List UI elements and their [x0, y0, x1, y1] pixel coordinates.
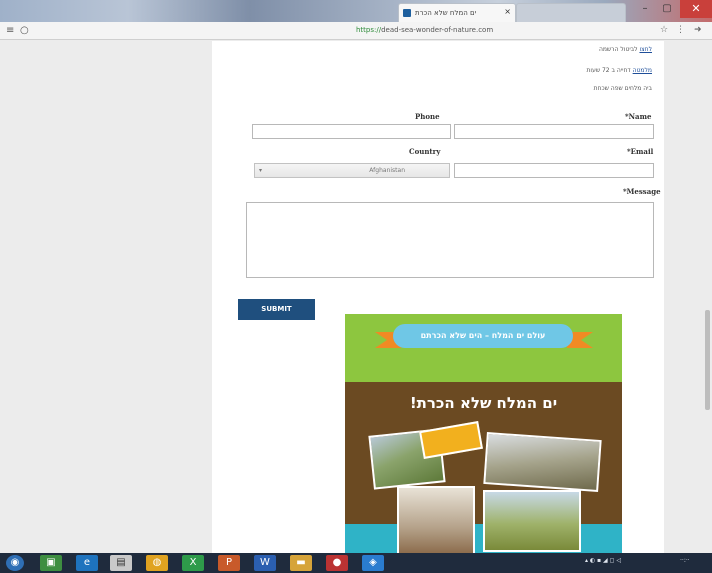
url-text: dead-sea-wonder-of-nature.com [381, 26, 494, 34]
app-icon-shield[interactable]: ◈ [362, 555, 384, 571]
info-line-1: לחצו לביטול הרשמה [599, 46, 652, 53]
country-label: Country [409, 147, 441, 156]
unsubscribe-link[interactable]: לחצו [639, 46, 652, 53]
message-label: *Message [623, 187, 661, 196]
scrollbar-thumb[interactable] [705, 310, 710, 410]
start-icon[interactable]: ◉ [6, 555, 24, 571]
ppt-icon[interactable]: P [218, 555, 240, 571]
phone-input[interactable] [252, 124, 451, 139]
poster-photo-family [397, 486, 475, 554]
browser-titlebar: ים המלח שלא הכרת × – ▢ ✕ [0, 0, 712, 22]
email-input[interactable] [454, 163, 654, 178]
country-select[interactable]: ▾ Afghanistan [254, 163, 450, 178]
reload-icon[interactable]: ○ [20, 25, 29, 37]
url-field[interactable]: https://dead-sea-wonder-of-nature.com [356, 26, 493, 34]
info-line-3: ביה מלחים שפה שכחת [594, 85, 652, 92]
explorer-icon[interactable]: ▤ [110, 555, 132, 571]
media-icon[interactable]: ● [326, 555, 348, 571]
info-text-1: לביטול הרשמה [598, 46, 640, 53]
menu-dots-icon[interactable]: ⋮ [676, 25, 685, 35]
dead-sea-poster[interactable]: עולם ים המלח – הים שלא הכרתם ים המלח שלא… [345, 314, 622, 554]
tray-clock[interactable]: ··:·· [680, 557, 690, 564]
tray-icons[interactable]: ▴ ◐ ▪ ◢ ◻ ◁ [585, 557, 621, 564]
site-favicon-icon [403, 9, 411, 17]
submit-button[interactable]: SUBMIT [238, 299, 315, 320]
window-close-icon[interactable]: ✕ [680, 0, 712, 18]
close-tab-icon[interactable]: × [504, 7, 511, 16]
delay-link[interactable]: מלמטה [633, 67, 652, 74]
star-icon[interactable]: ☆ [660, 25, 668, 35]
page-content: לחצו לביטול הרשמה מלמטה דחייה ב 72 שעות … [212, 41, 664, 554]
folder-icon[interactable]: ▬ [290, 555, 312, 571]
country-value: Afghanistan [369, 167, 405, 174]
info-text-2: דחייה ב 72 שעות [586, 67, 633, 74]
menu-icon[interactable]: ≡ [6, 25, 14, 37]
info-line-2: מלמטה דחייה ב 72 שעות [586, 67, 652, 74]
poster-ribbon: עולם ים המלח – הים שלא הכרתם [393, 324, 573, 348]
excel-icon[interactable]: X [182, 555, 204, 571]
chevron-down-icon: ▾ [259, 167, 263, 174]
tab-active[interactable]: ים המלח שלא הכרת × [398, 3, 516, 22]
extension-icon[interactable]: ➜ [694, 25, 702, 35]
app-icon-1[interactable]: ▣ [40, 555, 62, 571]
poster-headline: ים המלח שלא הכרת! [409, 394, 558, 412]
name-input[interactable] [454, 124, 654, 139]
chrome-icon[interactable]: ◍ [146, 555, 168, 571]
maximize-icon[interactable]: ▢ [656, 0, 678, 18]
message-textarea[interactable] [246, 202, 654, 278]
poster-photo-group [483, 432, 602, 492]
phone-label: Phone [415, 112, 440, 121]
taskbar: ◉ ▣ e ▤ ◍ X P W ▬ ● ◈ ▴ ◐ ▪ ◢ ◻ ◁ ··:·· [0, 553, 712, 573]
address-bar: ≡ ○ https://dead-sea-wonder-of-nature.co… [0, 22, 712, 40]
email-label: *Email [627, 147, 654, 156]
word-icon[interactable]: W [254, 555, 276, 571]
minimize-icon[interactable]: – [634, 0, 656, 18]
tab-title: ים המלח שלא הכרת [415, 9, 477, 17]
info-text-3: ביה מלחים שפה שכחת [593, 85, 652, 92]
tab-inactive[interactable] [516, 3, 626, 22]
right-gutter [664, 41, 712, 553]
url-scheme: https:// [356, 26, 382, 34]
ie-icon[interactable]: e [76, 555, 98, 571]
name-label: *Name [625, 112, 652, 121]
poster-photo-cyclist [483, 490, 581, 552]
